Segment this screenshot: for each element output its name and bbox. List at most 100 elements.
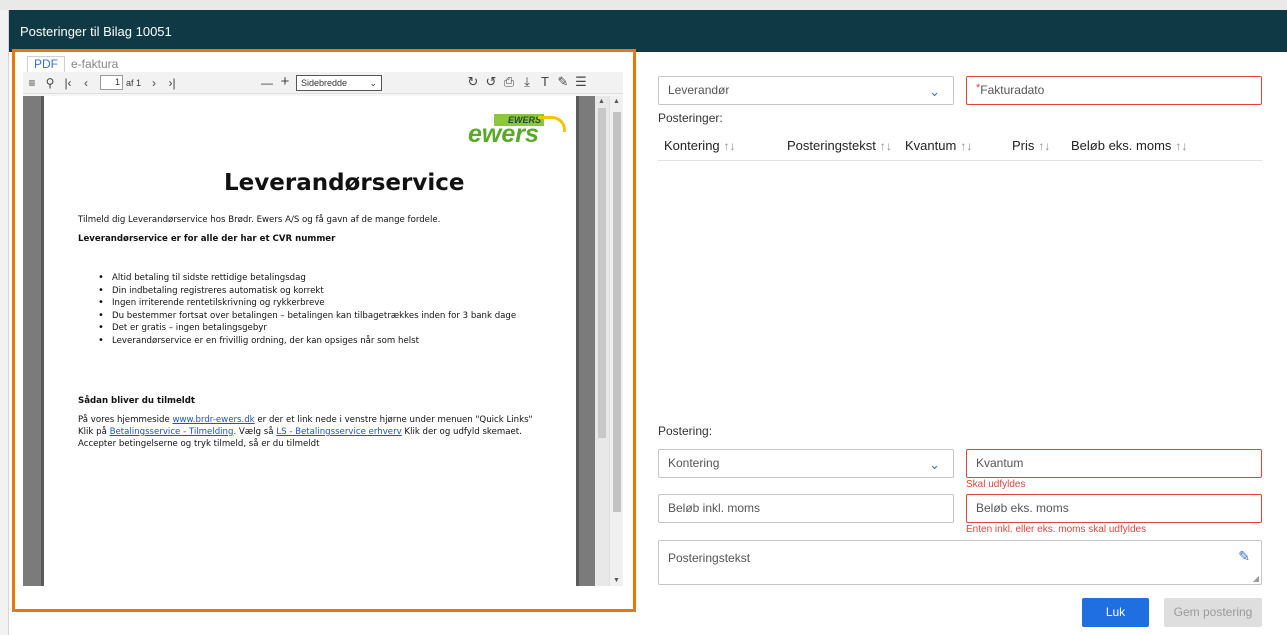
viewer-scrollbar[interactable]: ▲ ▼ [609, 96, 623, 586]
amount-incl-vat-field[interactable]: Beløb inkl. moms [658, 494, 954, 523]
column-header-beloeb-eks-moms[interactable]: Beløb eks. moms ↑↓ [1071, 138, 1187, 153]
ls-betalingsservice-link[interactable]: LS - Betalingsservice erhverv [276, 427, 401, 437]
supplier-placeholder: Leverandør [668, 83, 730, 97]
scroll-up-icon[interactable]: ▲ [598, 98, 605, 105]
signup-line-2-mid: . Vælg så [233, 427, 277, 437]
page-scroll-thumb[interactable] [598, 108, 606, 438]
last-page-icon[interactable]: ›| [165, 76, 179, 90]
column-label: Beløb eks. moms [1071, 138, 1172, 153]
list-item: Leverandørservice er en frivillig ordnin… [98, 335, 528, 348]
column-label: Pris [1012, 138, 1035, 153]
resize-handle-icon[interactable]: ◢ [1253, 574, 1259, 583]
prev-page-icon[interactable]: ‹ [79, 76, 93, 90]
search-icon[interactable]: ⚲ [43, 76, 57, 90]
list-item: Det er gratis – ingen betalingsgebyr [98, 322, 528, 335]
supplier-select[interactable]: Leverandør ⌄ [658, 76, 954, 105]
sort-icon[interactable]: ↑↓ [880, 139, 892, 153]
pencil-icon[interactable]: ✎ [1238, 548, 1250, 565]
dialog-header: Posteringer til Bilag 10051 [9, 10, 1287, 52]
posting-label: Postering: [658, 424, 713, 438]
first-page-icon[interactable]: |‹ [61, 76, 75, 90]
amount-excl-vat-field[interactable]: Beløb eks. moms [966, 494, 1262, 523]
posting-text-placeholder: Posteringstekst [668, 551, 751, 565]
print-icon[interactable]: ⎙ [502, 75, 516, 89]
dialog-title: Posteringer til Bilag 10051 [20, 23, 172, 39]
zoom-value: Sidebredde [301, 78, 348, 88]
column-label: Kvantum [905, 138, 957, 153]
column-header-kontering[interactable]: Kontering ↑↓ [664, 138, 736, 153]
document-intro: Tilmeld dig Leverandørservice hos Brødr.… [78, 215, 441, 225]
document-heading: Leverandørservice [224, 170, 465, 196]
invoice-date-placeholder: Fakturadato [980, 83, 1045, 97]
document-subheading: Leverandørservice er for alle der har et… [78, 234, 336, 244]
signup-line-2: Klik på Betalingsservice - Tilmelding. V… [78, 427, 522, 437]
amount-excl-placeholder: Beløb eks. moms [976, 501, 1069, 515]
scroll-up-icon[interactable]: ▲ [613, 98, 620, 105]
ewers-logo: EWERS ewers [468, 114, 566, 150]
backdrop-left [0, 10, 9, 635]
save-posting-button[interactable]: Gem postering [1164, 598, 1262, 627]
page-count: af 1 [126, 77, 142, 88]
download-icon[interactable]: ⤓ [520, 75, 534, 89]
column-header-kvantum[interactable]: Kvantum ↑↓ [905, 138, 972, 153]
betalingsservice-link[interactable]: Betalingsservice - Tilmelding [110, 427, 234, 437]
required-marker: * [976, 82, 981, 94]
sort-icon[interactable]: ↑↓ [1038, 139, 1050, 153]
list-item: Din indbetaling registreres automatisk o… [98, 285, 528, 298]
quantity-placeholder: Kvantum [976, 456, 1024, 470]
signup-line-2-post: Klik der og udfyld skemaet. [401, 427, 522, 437]
account-placeholder: Kontering [668, 456, 720, 470]
logo-main-text: ewers [468, 120, 539, 148]
pdf-panel: PDF e-faktura ≡ ⚲ |‹ ‹ 1 af 1 › ›| — + S… [12, 49, 636, 612]
list-item: Ingen irriterende rentetilskrivning og r… [98, 297, 528, 310]
zoom-select[interactable]: Sidebredde ⌄ [296, 75, 382, 91]
tab-e-faktura[interactable]: e-faktura [65, 57, 124, 72]
pdf-page: EWERS ewers Leverandørservice Tilmeld di… [41, 96, 579, 586]
chevron-down-icon: ⌄ [929, 457, 940, 472]
next-page-icon[interactable]: › [147, 76, 161, 90]
column-label: Posteringstekst [787, 138, 876, 153]
amount-incl-placeholder: Beløb inkl. moms [668, 501, 761, 515]
pdf-viewer: PDF e-faktura ≡ ⚲ |‹ ‹ 1 af 1 › ›| — + S… [23, 56, 623, 586]
zoom-out-icon[interactable]: — [260, 76, 274, 90]
quantity-field[interactable]: Kvantum [966, 449, 1262, 478]
backdrop [0, 0, 1287, 10]
viewer-tabs: PDF e-faktura [23, 56, 623, 72]
viewer-scroll-thumb[interactable] [613, 112, 621, 512]
pdf-toolbar: ≡ ⚲ |‹ ‹ 1 af 1 › ›| — + Sidebredde ⌄ ↻ … [23, 72, 623, 94]
close-button[interactable]: Luk [1082, 598, 1149, 627]
column-header-posteringstekst[interactable]: Posteringstekst ↑↓ [787, 138, 892, 153]
postings-label: Posteringer: [658, 111, 723, 125]
sort-icon[interactable]: ↑↓ [724, 139, 736, 153]
chevron-down-icon: ⌄ [369, 78, 377, 88]
signup-heading: Sådan bliver du tilmeldt [78, 396, 196, 406]
zoom-in-icon[interactable]: + [278, 74, 292, 89]
scroll-down-icon[interactable]: ▼ [613, 577, 620, 584]
invoice-date-field[interactable]: *Fakturadato [966, 76, 1262, 105]
page-number-input[interactable]: 1 [100, 75, 123, 90]
sidebar-toggle-icon[interactable]: ≡ [25, 76, 39, 90]
quantity-error: Skal udfyldes [966, 479, 1026, 490]
menu-icon[interactable]: ☰ [574, 75, 588, 89]
rotate-cw-icon[interactable]: ↻ [466, 75, 480, 89]
signup-line-3: Accepter betingelserne og tryk tilmeld, … [78, 439, 320, 449]
pdf-canvas: EWERS ewers Leverandørservice Tilmeld di… [23, 96, 623, 586]
sort-icon[interactable]: ↑↓ [960, 139, 972, 153]
signup-line-1: På vores hjemmeside www.brdr-ewers.dk er… [78, 415, 533, 425]
tab-pdf[interactable]: PDF [27, 56, 65, 72]
list-item: Altid betaling til sidste rettidige beta… [98, 272, 528, 285]
signup-line-1-post: er der et link nede i venstre hjørne und… [254, 415, 533, 425]
account-select[interactable]: Kontering ⌄ [658, 449, 954, 478]
column-label: Kontering [664, 138, 720, 153]
draw-icon[interactable]: ✎ [556, 75, 570, 89]
toolbar-actions: ↻ ↺ ⎙ ⤓ T ✎ ☰ [466, 75, 592, 89]
page-scrollbar[interactable]: ▲ [595, 96, 609, 586]
website-link[interactable]: www.brdr-ewers.dk [172, 415, 254, 425]
posting-text-area[interactable]: Posteringstekst ✎ ◢ [658, 540, 1262, 585]
signup-line-2-pre: Klik på [78, 427, 110, 437]
table-header-divider [658, 160, 1262, 161]
text-tool-icon[interactable]: T [538, 75, 552, 89]
sort-icon[interactable]: ↑↓ [1175, 139, 1187, 153]
rotate-ccw-icon[interactable]: ↺ [484, 75, 498, 89]
column-header-pris[interactable]: Pris ↑↓ [1012, 138, 1050, 153]
